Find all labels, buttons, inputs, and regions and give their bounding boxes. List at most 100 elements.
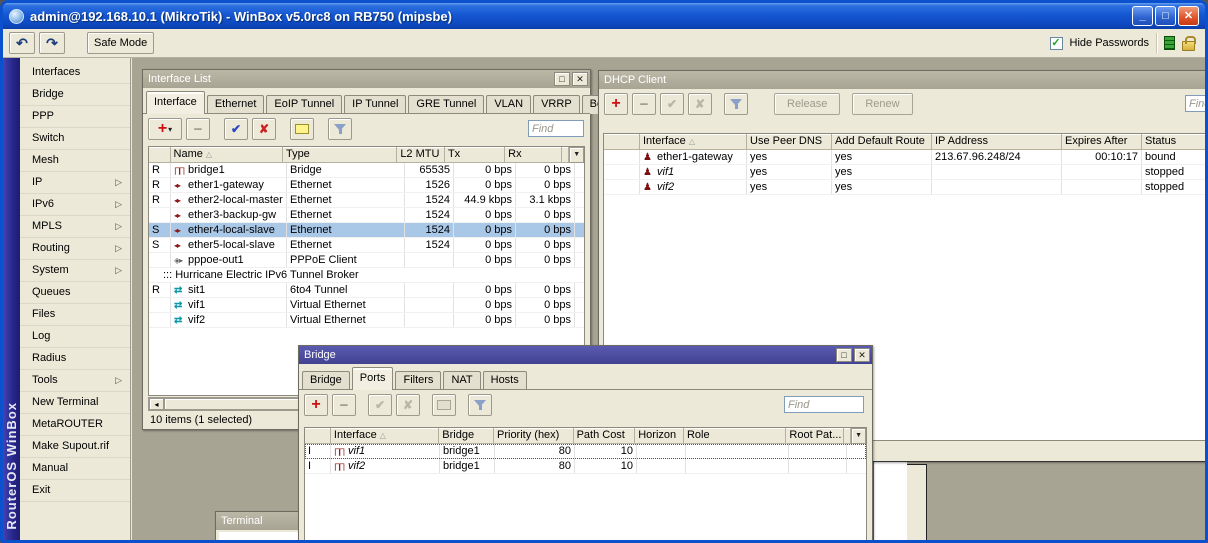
remove-button[interactable]: − [186, 118, 210, 140]
dhcp-client-titlebar[interactable]: DHCP Client [599, 71, 1205, 89]
scroll-left-icon[interactable]: ◂ [149, 398, 164, 410]
comment-button[interactable] [290, 118, 314, 140]
hide-passwords-checkbox[interactable]: ✓ [1049, 36, 1063, 50]
tab-vrrp[interactable]: VRRP [533, 95, 580, 114]
sidebar-item-exit[interactable]: Exit [20, 480, 130, 502]
minimize-button[interactable]: _ [1132, 6, 1153, 26]
safe-mode-button[interactable]: Safe Mode [87, 32, 155, 54]
table-row[interactable]: S ether5-local-slave Ethernet 1524 0 bps… [149, 238, 584, 253]
close-icon[interactable]: ✕ [854, 348, 870, 362]
sidebar-item-manual[interactable]: Manual [20, 458, 130, 480]
disable-button[interactable]: ✘ [688, 93, 712, 115]
priority-column-header[interactable]: Priority (hex) [494, 428, 574, 444]
table-row[interactable]: vif2 yes yes stopped [604, 180, 1205, 195]
disable-button[interactable]: ✘ [396, 394, 420, 416]
flags-column-header[interactable] [305, 428, 331, 444]
root-path-column-header[interactable]: Root Pat... [786, 428, 845, 444]
release-button[interactable]: Release [774, 93, 841, 115]
sidebar-item-interfaces[interactable]: Interfaces [20, 62, 130, 84]
enable-button[interactable]: ✔ [224, 118, 248, 140]
tab-filters[interactable]: Filters [395, 371, 442, 390]
bridge-column-header[interactable]: Bridge [439, 428, 494, 444]
interface-list-titlebar[interactable]: Interface List □ ✕ [143, 70, 590, 88]
horizon-column-header[interactable]: Horizon [635, 428, 684, 444]
table-row-focused[interactable]: I vif1 bridge1 80 10 [305, 444, 866, 459]
comment-row[interactable]: ::: Hurricane Electric IPv6 Tunnel Broke… [149, 268, 584, 283]
sidebar-item-radius[interactable]: Radius [20, 348, 130, 370]
renew-button[interactable]: Renew [852, 93, 913, 115]
tab-eoip-tunnel[interactable]: EoIP Tunnel [266, 95, 343, 114]
sidebar-item-switch[interactable]: Switch [20, 128, 130, 150]
enable-button[interactable]: ✔ [368, 394, 392, 416]
tab-hosts[interactable]: Hosts [482, 371, 527, 390]
tx-column-header[interactable]: Tx [444, 147, 506, 163]
add-default-route-column-header[interactable]: Add Default Route [832, 134, 932, 150]
comment-button[interactable] [432, 394, 456, 416]
sidebar-item-make-supout[interactable]: Make Supout.rif [20, 436, 130, 458]
sidebar-item-ppp[interactable]: PPP [20, 106, 130, 128]
rx-column-header[interactable]: Rx [505, 147, 563, 163]
ip-address-column-header[interactable]: IP Address [932, 134, 1062, 150]
table-row[interactable]: R bridge1 Bridge 65535 0 bps 0 bps [149, 163, 584, 178]
table-row[interactable]: R ether2-local-master Ethernet 1524 44.9… [149, 193, 584, 208]
find-input[interactable] [528, 120, 584, 137]
filter-button[interactable] [468, 394, 492, 416]
expires-after-column-header[interactable]: Expires After [1062, 134, 1142, 150]
maximize-icon[interactable]: □ [554, 72, 570, 86]
table-row[interactable]: R ether1-gateway Ethernet 1526 0 bps 0 b… [149, 178, 584, 193]
sidebar-item-ipv6[interactable]: IPv6 ▷ [20, 194, 130, 216]
sidebar-item-system[interactable]: System ▷ [20, 260, 130, 282]
flags-column-header[interactable] [149, 147, 171, 163]
find-input[interactable] [784, 396, 864, 413]
table-row[interactable]: I vif2 bridge1 80 10 [305, 459, 866, 474]
sidebar-item-log[interactable]: Log [20, 326, 130, 348]
table-row[interactable]: vif1 yes yes stopped [604, 165, 1205, 180]
table-row[interactable]: vif2 Virtual Ethernet 0 bps 0 bps [149, 313, 584, 328]
tab-gre-tunnel[interactable]: GRE Tunnel [408, 95, 485, 114]
type-column-header[interactable]: Type [282, 147, 398, 163]
path-cost-column-header[interactable]: Path Cost [573, 428, 636, 444]
sidebar-item-new-terminal[interactable]: New Terminal [20, 392, 130, 414]
tab-interface[interactable]: Interface [146, 91, 205, 114]
sidebar-item-mpls[interactable]: MPLS ▷ [20, 216, 130, 238]
sidebar-item-tools[interactable]: Tools ▷ [20, 370, 130, 392]
tab-vlan[interactable]: VLAN [486, 95, 532, 114]
table-row[interactable]: R sit1 6to4 Tunnel 0 bps 0 bps [149, 283, 584, 298]
l2mtu-column-header[interactable]: L2 MTU [397, 147, 445, 163]
sidebar-item-bridge[interactable]: Bridge [20, 84, 130, 106]
sidebar-item-metarouter[interactable]: MetaROUTER [20, 414, 130, 436]
filter-button[interactable] [724, 93, 748, 115]
use-peer-dns-column-header[interactable]: Use Peer DNS [747, 134, 832, 150]
column-selector-dropdown[interactable]: ▼ [569, 147, 584, 163]
bridge-titlebar[interactable]: Bridge □ ✕ [299, 346, 872, 364]
maximize-icon[interactable]: □ [836, 348, 852, 362]
name-column-header[interactable]: Name △ [170, 147, 283, 163]
remove-button[interactable]: − [332, 394, 356, 416]
disable-button[interactable]: ✘ [252, 118, 276, 140]
add-button[interactable]: + [304, 394, 328, 416]
tab-ethernet[interactable]: Ethernet [206, 95, 265, 114]
remove-button[interactable]: − [632, 93, 656, 115]
tab-ports[interactable]: Ports [351, 367, 394, 390]
find-input[interactable] [1185, 95, 1205, 112]
app-titlebar[interactable]: admin@192.168.10.1 (MikroTik) - WinBox v… [3, 3, 1205, 29]
close-button[interactable]: ✕ [1178, 6, 1199, 26]
sidebar-item-files[interactable]: Files [20, 304, 130, 326]
table-row[interactable]: ether1-gateway yes yes 213.67.96.248/24 … [604, 150, 1205, 165]
undo-button[interactable]: ↶ [9, 32, 35, 54]
table-row-selected[interactable]: S ether4-local-slave Ethernet 1524 0 bps… [149, 223, 584, 238]
close-icon[interactable]: ✕ [572, 72, 588, 86]
tab-bridge[interactable]: Bridge [302, 371, 350, 390]
sidebar-item-mesh[interactable]: Mesh [20, 150, 130, 172]
maximize-button[interactable]: □ [1155, 6, 1176, 26]
interface-column-header[interactable]: Interface △ [330, 428, 440, 444]
status-column-header[interactable]: Status [1142, 134, 1205, 150]
sidebar-item-queues[interactable]: Queues [20, 282, 130, 304]
table-row[interactable]: vif1 Virtual Ethernet 0 bps 0 bps [149, 298, 584, 313]
table-row[interactable]: ether3-backup-gw Ethernet 1524 0 bps 0 b… [149, 208, 584, 223]
sidebar-item-routing[interactable]: Routing ▷ [20, 238, 130, 260]
tab-ip-tunnel[interactable]: IP Tunnel [344, 95, 407, 114]
column-selector-dropdown[interactable]: ▼ [851, 428, 866, 444]
add-button[interactable]: + ▾ [148, 118, 182, 140]
redo-button[interactable]: ↷ [39, 32, 65, 54]
